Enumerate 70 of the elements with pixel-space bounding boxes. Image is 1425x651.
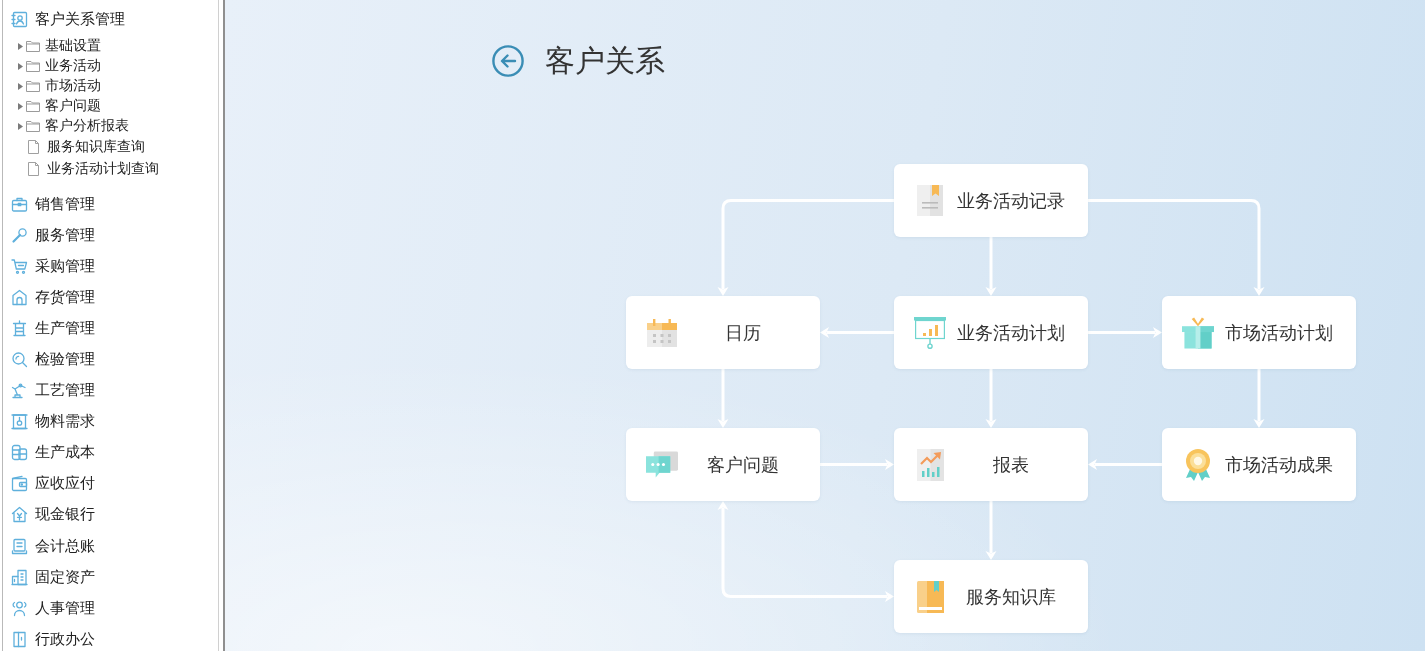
tree-file-item[interactable]: 业务活动计划查询 [3, 158, 218, 180]
book-icon [916, 580, 944, 613]
sidebar-item[interactable]: 采购管理 [3, 255, 218, 278]
sidebar-item[interactable]: 生产管理 [3, 317, 218, 340]
file-icon [28, 162, 39, 176]
diagram-node[interactable]: 客户问题 [626, 428, 820, 501]
presentation-board-icon [914, 316, 946, 349]
ledger-icon [11, 537, 28, 555]
tower-icon [11, 319, 28, 337]
connector-arrow [717, 369, 729, 428]
sidebar-item[interactable]: 生产成本 [3, 441, 218, 464]
contact-card-icon [11, 10, 28, 28]
sidebar-item[interactable]: 检验管理 [3, 348, 218, 371]
sidebar-item[interactable]: 会计总账 [3, 535, 218, 558]
diagram-node[interactable]: 业务活动计划 [894, 296, 1088, 369]
magnifier-icon [11, 350, 28, 368]
door-icon [11, 630, 28, 648]
bank-icon [11, 506, 28, 524]
tree-folder-item[interactable]: 客户问题 [3, 96, 218, 116]
connector-arrow [985, 369, 997, 428]
folder-icon [26, 40, 40, 52]
tree-folder-item[interactable]: 客户分析报表 [3, 116, 218, 136]
tree-folder-item[interactable]: 业务活动 [3, 56, 218, 76]
building-icon [11, 568, 28, 586]
folder-icon [26, 100, 40, 112]
medal-icon [1184, 448, 1212, 481]
diagram-node[interactable]: 业务活动记录 [894, 164, 1088, 237]
folder-icon [26, 60, 40, 72]
connector-arrow [985, 237, 997, 296]
tree-file-item[interactable]: 服务知识库查询 [3, 136, 218, 158]
diagram-node[interactable]: 服务知识库 [894, 560, 1088, 633]
sidebar-item[interactable]: 固定资产 [3, 566, 218, 589]
wallet-icon [11, 475, 28, 493]
sidebar-item[interactable]: 物料需求 [3, 410, 218, 433]
sidebar-item[interactable]: 行政办公 [3, 628, 218, 651]
connector-arrow [985, 501, 997, 560]
sidebar-item[interactable]: 应收应付 [3, 472, 218, 495]
warehouse-icon [11, 288, 28, 306]
cabinet-icon [11, 413, 28, 431]
diagram-node[interactable]: 市场活动计划 [1162, 296, 1356, 369]
folder-icon [26, 80, 40, 92]
wrench-icon [11, 226, 28, 244]
users-icon [11, 599, 28, 617]
diagram-node[interactable]: 市场活动成果 [1162, 428, 1356, 501]
sidebar-item[interactable]: 销售管理 [3, 193, 218, 215]
file-icon [28, 140, 39, 154]
sidebar-item[interactable]: 客户关系管理 [3, 8, 218, 30]
cart-icon [11, 257, 28, 275]
sidebar-item[interactable]: 现金银行 [3, 503, 218, 526]
back-button[interactable] [492, 45, 524, 77]
document-icon [917, 185, 943, 216]
gift-icon [1182, 316, 1214, 349]
robot-arm-icon [11, 382, 28, 400]
sidebar-item[interactable]: 存货管理 [3, 286, 218, 309]
sidebar-item[interactable]: 人事管理 [3, 597, 218, 620]
chart-icon [916, 448, 944, 481]
diagram-node[interactable]: 日历 [626, 296, 820, 369]
connector-arrow [1253, 369, 1265, 428]
tree-folder-item[interactable]: 基础设置 [3, 36, 218, 56]
diagram-node[interactable]: 报表 [894, 428, 1088, 501]
calendar-icon [647, 318, 677, 347]
back-icon [492, 45, 524, 77]
page-title: 客户关系 [545, 45, 665, 77]
chat-bubbles-icon [646, 450, 678, 479]
tree-folder-item[interactable]: 市场活动 [3, 76, 218, 96]
sidebar-item[interactable]: 工艺管理 [3, 379, 218, 402]
sidebar-item[interactable]: 服务管理 [3, 224, 218, 247]
coin-stack-icon [11, 444, 28, 462]
folder-icon [26, 120, 40, 132]
briefcase-icon [11, 195, 28, 213]
